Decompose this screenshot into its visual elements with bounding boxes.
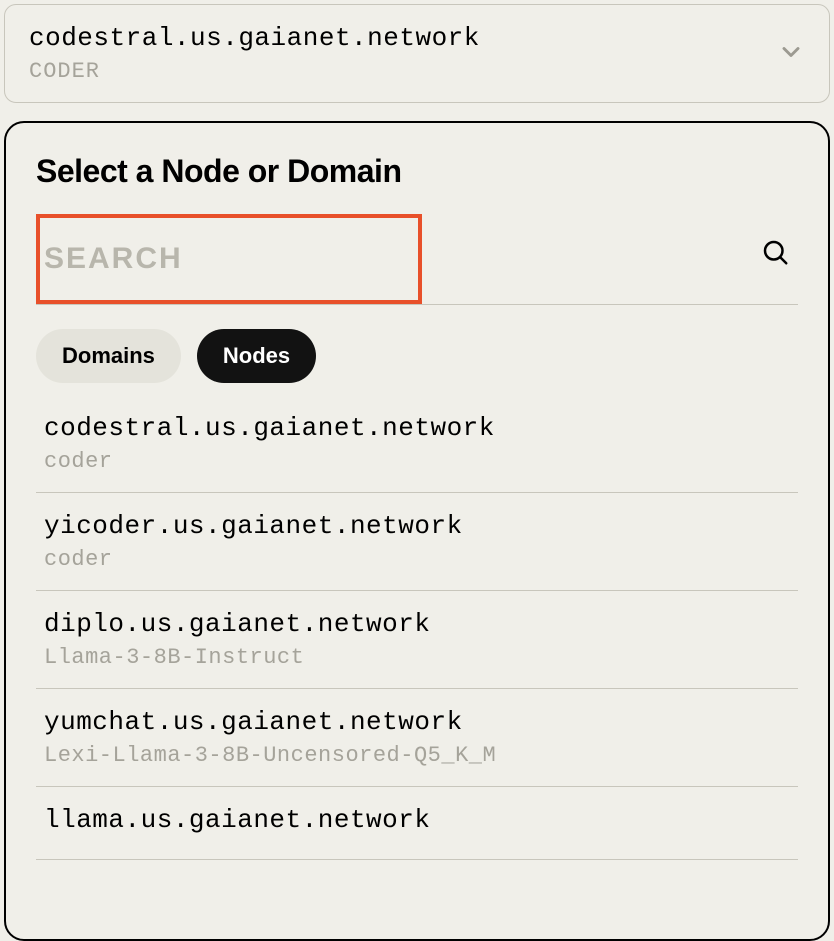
list-item-title: yicoder.us.gaianet.network	[44, 511, 790, 541]
dropdown-selector[interactable]: codestral.us.gaianet.network CODER	[4, 4, 830, 103]
search-input[interactable]	[40, 218, 418, 300]
selection-panel: Select a Node or Domain Domains Nodes co…	[4, 121, 830, 941]
search-highlight-box	[36, 214, 422, 304]
node-list: codestral.us.gaianet.network coder yicod…	[36, 413, 798, 860]
list-item-subtitle: coder	[44, 547, 790, 572]
dropdown-selected-subtitle: CODER	[29, 59, 480, 84]
search-icon[interactable]	[760, 237, 798, 281]
panel-title: Select a Node or Domain	[36, 153, 798, 190]
list-item[interactable]: codestral.us.gaianet.network coder	[36, 413, 798, 493]
list-item-subtitle: Lexi-Llama-3-8B-Uncensored-Q5_K_M	[44, 743, 790, 768]
dropdown-selected-text: codestral.us.gaianet.network CODER	[29, 23, 480, 84]
chevron-down-icon	[777, 38, 805, 70]
list-item-title: yumchat.us.gaianet.network	[44, 707, 790, 737]
list-item[interactable]: llama.us.gaianet.network	[36, 787, 798, 860]
tab-domains[interactable]: Domains	[36, 329, 181, 383]
dropdown-selected-title: codestral.us.gaianet.network	[29, 23, 480, 53]
list-item[interactable]: yumchat.us.gaianet.network Lexi-Llama-3-…	[36, 689, 798, 787]
list-item[interactable]: diplo.us.gaianet.network Llama-3-8B-Inst…	[36, 591, 798, 689]
list-item-subtitle: Llama-3-8B-Instruct	[44, 645, 790, 670]
list-item[interactable]: yicoder.us.gaianet.network coder	[36, 493, 798, 591]
list-item-subtitle: coder	[44, 449, 790, 474]
search-row	[36, 214, 798, 305]
list-item-title: diplo.us.gaianet.network	[44, 609, 790, 639]
tab-group: Domains Nodes	[36, 329, 798, 383]
list-item-title: llama.us.gaianet.network	[44, 805, 790, 835]
tab-nodes[interactable]: Nodes	[197, 329, 316, 383]
list-item-title: codestral.us.gaianet.network	[44, 413, 790, 443]
